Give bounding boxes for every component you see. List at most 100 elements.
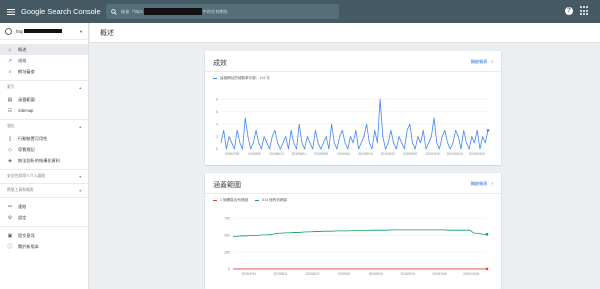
coverage-card: 涵蓋範圍 開啟報表 › 1 個網頁含有錯誤 514 個有效網頁 0 250 500 7…	[205, 173, 501, 289]
feedback-icon: ▣	[7, 232, 13, 239]
sidebar-item-label: Sitemap	[18, 108, 34, 113]
x-tick-label: 2019/9/14	[359, 152, 373, 156]
section-security[interactable]: 安全性與專人介入處理 ▼	[0, 170, 88, 183]
search-icon	[111, 8, 117, 15]
x-tick-label: 2019/9/13	[369, 272, 383, 276]
chevron-up-icon: ▲	[78, 124, 82, 129]
links-icon: ⚯	[7, 203, 13, 210]
coverage-chart: 0 250 500 750 2019/7/31 2019/8/11 2019/8/22 201…	[224, 217, 489, 276]
series-line	[232, 229, 488, 237]
help-button[interactable]: ?	[565, 7, 573, 15]
sidebar-item-overview[interactable]: ⌂ 概述	[0, 44, 88, 55]
page-title: 概述	[100, 30, 114, 37]
sidebar-item-label: 網址審查	[18, 68, 35, 74]
y-tick-label: 8	[216, 97, 218, 101]
sidebar-item-label: 行動裝置可用性	[18, 135, 48, 141]
sidebar-item-breadcrumbs[interactable]: ◇ 導覽標記	[0, 144, 88, 155]
sidebar-item-label: 無法剖析的結構化資料	[18, 157, 60, 163]
x-tick-label: 2019/8/11	[274, 272, 288, 276]
menu-button[interactable]	[3, 0, 19, 23]
x-tick-label: 2019/8/5	[248, 152, 261, 156]
coverage-icon: ▤	[7, 96, 13, 103]
redacted-url	[143, 8, 202, 15]
apps-grid-icon[interactable]	[580, 6, 590, 16]
section-index[interactable]: 索引 ▲	[0, 81, 88, 94]
globe-icon	[5, 27, 12, 35]
x-tick-label: 2019/9/24	[401, 272, 415, 276]
breadcrumb-icon: ◇	[8, 146, 12, 153]
info-icon: ⓘ	[7, 244, 13, 250]
url-inspection-search[interactable]: 檢查「https 中的任何網址	[106, 4, 339, 19]
sidebar-item-settings[interactable]: ⚙ 設定	[0, 212, 88, 223]
y-tick-label: 0	[216, 147, 218, 151]
y-tick-label: 6	[216, 110, 218, 114]
chevron-down-icon: ▼	[78, 188, 82, 193]
chevron-down-icon: ▼	[79, 28, 83, 34]
sidebar-item-unparsable-data[interactable]: ◈ 無法剖析的結構化資料	[0, 155, 88, 166]
x-tick-label: 2019/8/21	[292, 152, 306, 156]
sitemap-icon: ☷	[7, 107, 13, 114]
sidebar-item-label: 涵蓋範圍	[18, 96, 35, 102]
x-tick-label: 2019/10/16	[463, 272, 479, 276]
sidebar-item-performance[interactable]: ↗ 成效	[0, 55, 88, 66]
sidebar-item-about[interactable]: ⓘ 關於新版本	[0, 241, 88, 252]
x-tick-label: 2019/10/5	[432, 272, 446, 276]
property-prefix: http	[16, 28, 23, 34]
y-tick-label: 500	[224, 233, 230, 237]
chevron-up-icon: ▲	[78, 85, 82, 90]
trending-icon: ↗	[7, 57, 13, 64]
sidebar-item-label: 導覽標記	[18, 146, 35, 152]
sidebar-item-links[interactable]: ⚯ 連結	[0, 201, 88, 212]
sidebar-item-label: 成效	[18, 57, 27, 63]
x-tick-label: 2019/7/28	[225, 152, 239, 156]
y-tick-label: 2	[216, 135, 218, 139]
app-logo[interactable]: Google Search Console	[21, 7, 101, 16]
home-icon: ⌂	[8, 46, 12, 53]
phone-icon: ▯	[8, 135, 12, 142]
series-end-point	[485, 233, 489, 236]
page-header: 概述	[90, 23, 600, 43]
redacted-property	[24, 29, 62, 33]
y-tick-label: 4	[216, 122, 218, 126]
sidebar: http ▼ ⌂ 概述 ↗ 成效 ⌕ 網址審查 索引 ▲ ▤ 涵蓋範圍 ☷ Si…	[0, 23, 89, 289]
sidebar-item-label: 設定	[18, 214, 27, 220]
search-suffix: 中的任何網址	[202, 8, 228, 14]
sidebar-item-label: 連結	[18, 203, 27, 209]
x-tick-label: 2019/8/13	[270, 152, 284, 156]
performance-chart: 0 2 4 6 8 2019/7/28 2019/8/5 2019/8/13 2019/8/21…	[216, 97, 490, 156]
series-end-point	[486, 129, 490, 132]
y-tick-label: 750	[224, 217, 230, 221]
x-tick-label: 2019/9/30	[403, 152, 417, 156]
x-tick-label: 2019/7/31	[242, 272, 256, 276]
x-tick-label: 2019/10/8	[425, 152, 439, 156]
x-tick-label: 2019/9/22	[381, 152, 395, 156]
section-enhancements[interactable]: 強化 ▲	[0, 120, 88, 133]
sidebar-item-label: 概述	[18, 46, 27, 52]
sidebar-item-sitemaps[interactable]: ☷ Sitemap	[0, 105, 88, 116]
hamburger-icon	[7, 8, 15, 15]
series-end-point	[485, 267, 489, 271]
x-tick-label: 2019/8/22	[305, 272, 319, 276]
sidebar-item-feedback[interactable]: ▣ 提交意見	[0, 230, 88, 241]
sidebar-item-url-inspection[interactable]: ⌕ 網址審查	[0, 66, 88, 77]
performance-card: 成效 開啟報表 › 這個網站的總點擊次數：114 次 0 2 4 6 8 2019/7/2…	[205, 51, 501, 165]
y-tick-label: 0	[228, 267, 230, 271]
section-legacy-tools[interactable]: 舊版工具和報表 ▼	[0, 184, 88, 197]
x-tick-label: 2019/8/29	[314, 152, 328, 156]
search-prefix: 檢查「https	[121, 8, 143, 14]
sidebar-item-coverage[interactable]: ▤ 涵蓋範圍	[0, 94, 88, 105]
y-tick-label: 250	[224, 250, 230, 254]
property-selector[interactable]: http ▼	[0, 23, 88, 40]
settings-icon: ⚙	[7, 214, 13, 221]
x-tick-label: 2019/10/16	[447, 152, 463, 156]
x-tick-label: 2019/10/24	[469, 152, 485, 156]
top-app-bar: Google Search Console 檢查「https 中的任何網址 ?	[0, 0, 600, 23]
sidebar-item-mobile-usability[interactable]: ▯ 行動裝置可用性	[0, 133, 88, 144]
x-tick-label: 2019/9/6	[337, 152, 350, 156]
search-icon: ⌕	[8, 68, 12, 75]
x-tick-label: 2019/9/2	[338, 272, 351, 276]
logo-text: Google Search Console	[21, 7, 101, 16]
structured-data-icon: ◈	[8, 157, 12, 164]
sidebar-item-label: 關於新版本	[18, 243, 39, 249]
chevron-down-icon: ▼	[78, 174, 82, 179]
